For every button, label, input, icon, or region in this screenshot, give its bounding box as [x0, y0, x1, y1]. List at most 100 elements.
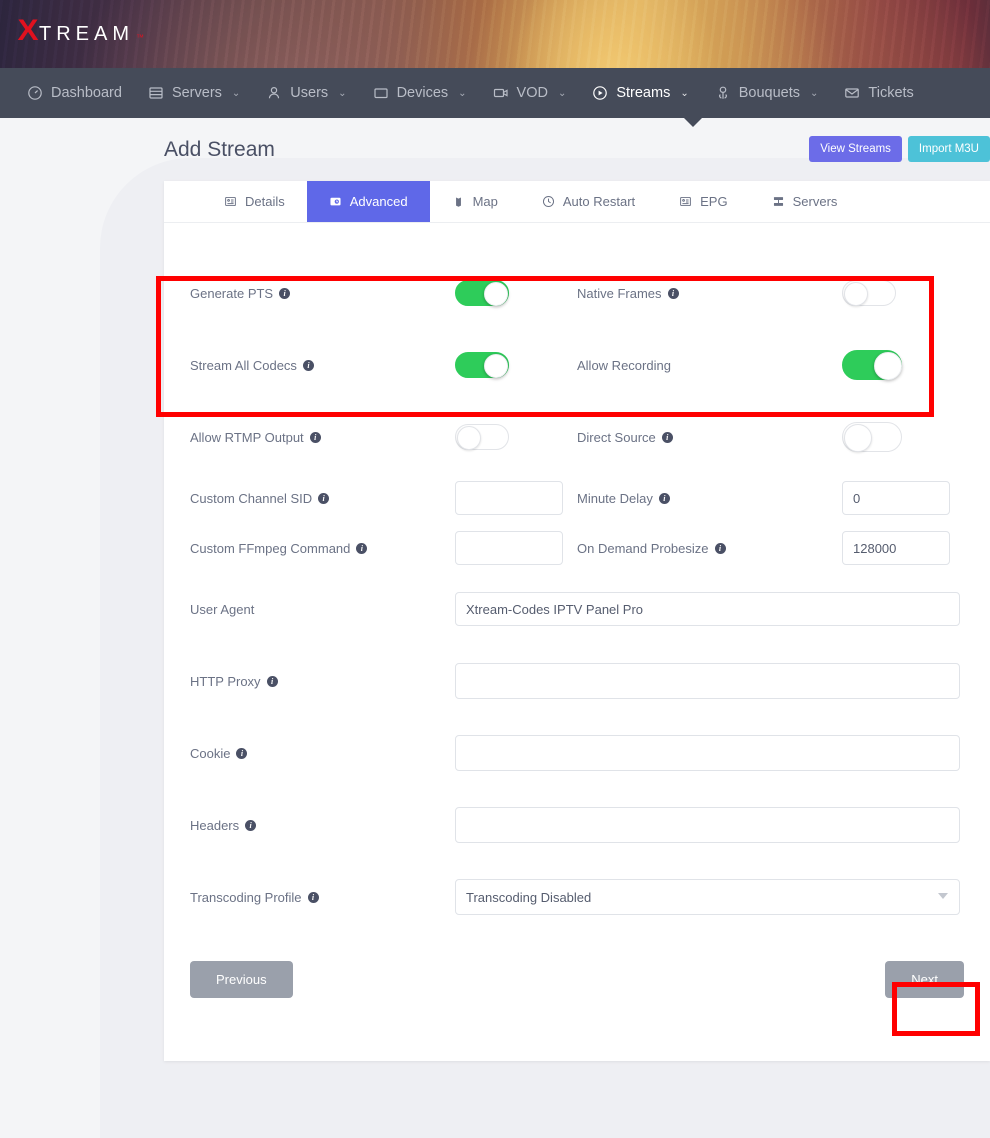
transcoding-profile-select[interactable]: [455, 879, 960, 915]
toggle-generate-pts[interactable]: [455, 280, 509, 306]
user-agent-input[interactable]: [455, 592, 960, 626]
info-icon[interactable]: i: [659, 493, 670, 504]
bouquet-icon: [715, 85, 731, 101]
toggle-stream-all-codecs[interactable]: [455, 352, 509, 378]
nav-item-dashboard[interactable]: Dashboard: [14, 68, 135, 118]
info-icon[interactable]: i: [308, 892, 319, 903]
chevron-down-icon: ⌄: [558, 88, 566, 99]
nav-item-users[interactable]: Users ⌄: [253, 68, 359, 118]
nav-item-devices[interactable]: Devices ⌄: [360, 68, 480, 118]
info-icon[interactable]: i: [662, 432, 673, 443]
toggle-knob: [457, 426, 481, 450]
field-custom-ffmpeg-command: Custom FFmpeg Command i: [190, 531, 577, 565]
tab-label-epg: EPG: [700, 194, 727, 209]
custom-ffmpeg-command-input[interactable]: [455, 531, 563, 565]
wizard-footer: Previous Next: [164, 943, 990, 1028]
nav-item-vod[interactable]: VOD ⌄: [480, 68, 580, 118]
headers-input[interactable]: [455, 807, 960, 843]
video-icon: [493, 85, 509, 101]
nav-label-tickets: Tickets: [868, 85, 913, 101]
info-icon[interactable]: i: [267, 676, 278, 687]
tab-label-auto-restart: Auto Restart: [563, 194, 635, 209]
xtream-logo[interactable]: X TREAM ™: [18, 16, 144, 46]
tab-map[interactable]: Map: [430, 181, 520, 222]
advanced-form: Generate PTS i Native Frames i: [164, 223, 990, 943]
chevron-down-icon: ⌄: [458, 88, 466, 99]
logo-trademark-icon: ™: [136, 33, 144, 42]
banner-streaks: [0, 0, 990, 68]
toggle-native-frames[interactable]: [842, 280, 896, 306]
form-row-sid-delay: Custom Channel SID i Minute Delay i: [190, 473, 964, 523]
label-text-direct-source: Direct Source: [577, 430, 656, 445]
info-icon[interactable]: i: [310, 432, 321, 443]
cookie-input[interactable]: [455, 735, 960, 771]
form-row-codecs-recording: Stream All Codecs i Allow Recording: [190, 329, 964, 401]
label-text-transcoding-profile: Transcoding Profile: [190, 890, 302, 905]
nav-item-servers[interactable]: Servers ⌄: [135, 68, 253, 118]
nav-label-users: Users: [290, 85, 328, 101]
field-direct-source: Direct Source i: [577, 422, 964, 452]
view-streams-button[interactable]: View Streams: [809, 136, 902, 162]
field-cookie: Cookie i: [190, 735, 964, 771]
form-row-http-proxy: HTTP Proxy i: [190, 645, 964, 717]
info-icon[interactable]: i: [318, 493, 329, 504]
chevron-down-icon: ⌄: [232, 88, 240, 99]
form-row-cookie: Cookie i: [190, 717, 964, 789]
clock-icon: [542, 195, 555, 208]
label-direct-source: Direct Source i: [577, 430, 842, 445]
label-http-proxy: HTTP Proxy i: [190, 674, 455, 689]
info-icon[interactable]: i: [356, 543, 367, 554]
import-m3u-button[interactable]: Import M3U: [908, 136, 990, 162]
label-text-generate-pts: Generate PTS: [190, 286, 273, 301]
form-row-pts-native: Generate PTS i Native Frames i: [190, 257, 964, 329]
field-minute-delay: Minute Delay i: [577, 481, 964, 515]
label-text-native-frames: Native Frames: [577, 286, 662, 301]
label-custom-ffmpeg-command: Custom FFmpeg Command i: [190, 541, 455, 556]
add-stream-card: Details Advanced Map: [164, 181, 990, 1061]
label-native-frames: Native Frames i: [577, 286, 842, 301]
label-text-on-demand-probesize: On Demand Probesize: [577, 541, 709, 556]
field-on-demand-probesize: On Demand Probesize i: [577, 531, 964, 565]
label-text-custom-channel-sid: Custom Channel SID: [190, 491, 312, 506]
previous-button[interactable]: Previous: [190, 961, 293, 998]
info-icon[interactable]: i: [245, 820, 256, 831]
field-native-frames: Native Frames i: [577, 280, 964, 306]
info-icon[interactable]: i: [236, 748, 247, 759]
nav-label-servers: Servers: [172, 85, 222, 101]
minute-delay-input[interactable]: [842, 481, 950, 515]
nav-label-devices: Devices: [397, 85, 449, 101]
label-headers: Headers i: [190, 818, 455, 833]
epg-icon: [679, 195, 692, 208]
tab-label-advanced: Advanced: [350, 194, 408, 209]
form-row-ffmpeg-probesize: Custom FFmpeg Command i On Demand Probes…: [190, 523, 964, 573]
tab-auto-restart[interactable]: Auto Restart: [520, 181, 657, 222]
nav-item-tickets[interactable]: Tickets: [831, 68, 926, 118]
custom-channel-sid-input[interactable]: [455, 481, 563, 515]
main-navigation: Dashboard Servers ⌄ Users ⌄ Devices ⌄: [0, 68, 990, 118]
page-title: Add Stream: [164, 136, 275, 162]
http-proxy-input[interactable]: [455, 663, 960, 699]
tab-details[interactable]: Details: [202, 181, 307, 222]
header-actions: View Streams Import M3U: [809, 136, 990, 162]
field-transcoding-profile: Transcoding Profile i: [190, 879, 964, 915]
tab-servers[interactable]: Servers: [750, 181, 860, 222]
info-icon[interactable]: i: [668, 288, 679, 299]
info-icon[interactable]: i: [715, 543, 726, 554]
tab-advanced[interactable]: Advanced: [307, 181, 430, 222]
nav-item-streams[interactable]: Streams ⌄: [579, 68, 701, 118]
label-text-allow-rtmp-output: Allow RTMP Output: [190, 430, 304, 445]
on-demand-probesize-input[interactable]: [842, 531, 950, 565]
toggle-allow-recording[interactable]: [842, 350, 902, 380]
toggle-direct-source[interactable]: [842, 422, 902, 452]
label-custom-channel-sid: Custom Channel SID i: [190, 491, 455, 506]
next-button[interactable]: Next: [885, 961, 964, 998]
tab-epg[interactable]: EPG: [657, 181, 749, 222]
toggle-knob: [844, 424, 872, 452]
field-allow-rtmp-output: Allow RTMP Output i: [190, 424, 577, 450]
toggle-allow-rtmp-output[interactable]: [455, 424, 509, 450]
info-icon[interactable]: i: [303, 360, 314, 371]
nav-item-bouquets[interactable]: Bouquets ⌄: [702, 68, 832, 118]
transcoding-profile-value[interactable]: [455, 879, 960, 915]
info-icon[interactable]: i: [279, 288, 290, 299]
field-generate-pts: Generate PTS i: [190, 280, 577, 306]
